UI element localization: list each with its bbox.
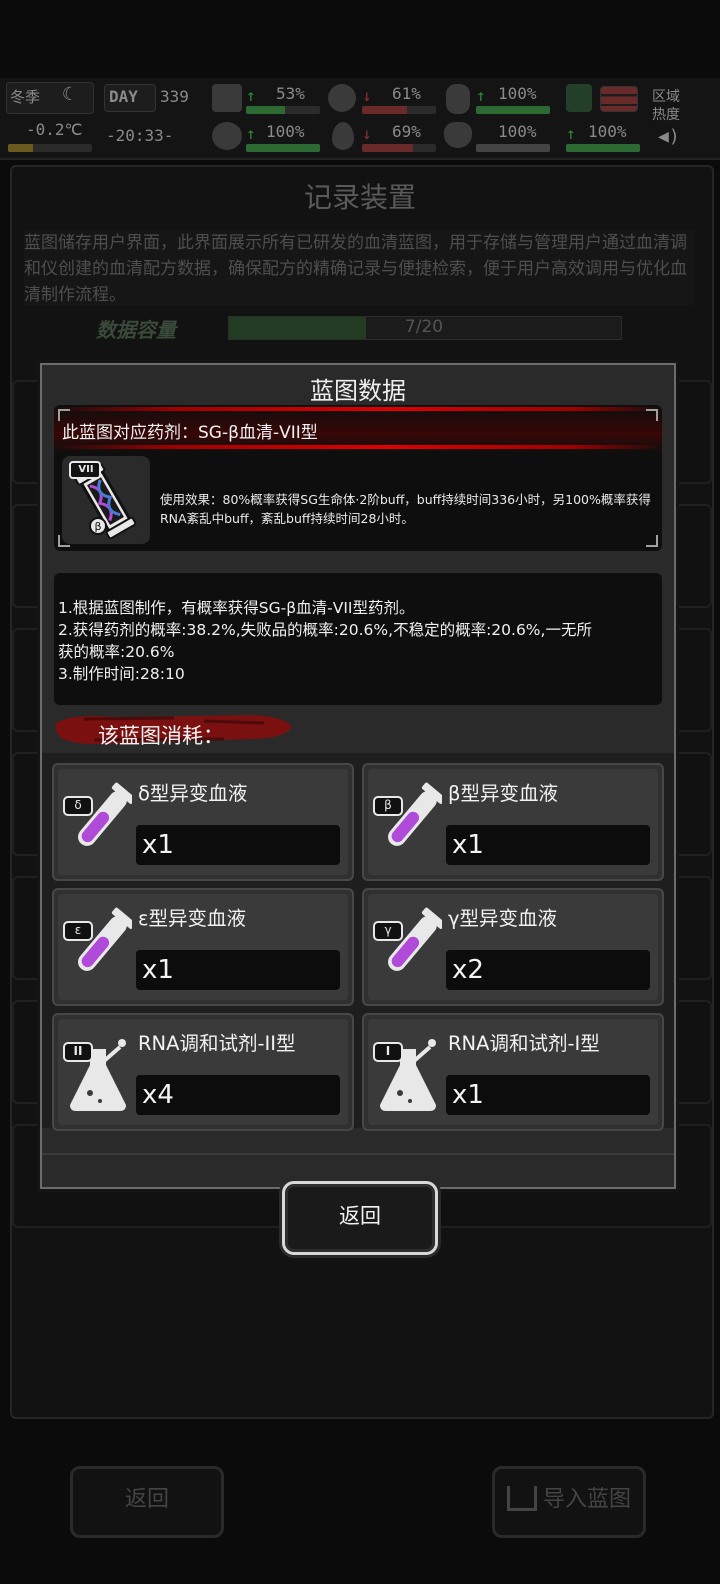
material-badge: β [384,798,392,812]
material-badge: I [385,1044,391,1058]
desc-line: 1.根据蓝图制作，有概率获得SG-β血清-VII型药剂。 [58,599,415,617]
mood-bar [476,144,550,152]
virus-gauge [600,86,638,112]
material-name: δ型异变血液 [138,782,248,805]
material-badge: II [73,1044,83,1058]
blueprint-data-dialog: 蓝图数据 此蓝图对应药剂：SG-β血清-VII型 β VII 使用效果：80%概… [40,363,676,1255]
material-quantity: x1 [136,825,340,865]
mental-value: 100% [266,122,305,141]
thirst-bar [362,144,436,152]
footer-divider [42,1153,674,1155]
season-label: 冬季 [10,88,41,106]
health-value: 53% [276,84,305,103]
material-name: ε型异变血液 [138,907,247,930]
material-quantity: x1 [136,950,340,990]
desc-line: 3.制作时间:28:10 [58,665,185,683]
upload-icon [506,1486,537,1511]
serum-badge: VII [78,464,94,475]
serum-item-slot: β VII [62,456,150,544]
temperature-bar [8,144,92,152]
mental-bar [246,144,320,152]
material-name: γ型异变血液 [448,907,558,930]
water-drop-icon [332,122,354,150]
virus-value: 100% [588,122,627,141]
capacity-value: 7/20 [404,317,444,337]
flask-icon [373,1039,436,1111]
test-tube-icon [373,907,442,971]
material-cell[interactable]: δ δ型异变血液 x1 [52,763,354,881]
svg-text:β: β [94,520,101,533]
hunger-trend-icon: ↓ [362,86,372,105]
region-heat-label: 区域热度 [652,89,680,123]
blueprint-description: 1.根据蓝图制作，有概率获得SG-β血清-VII型药剂。 2.获得药剂的概率:3… [54,573,662,705]
heart-icon [444,122,472,148]
material-badge: γ [384,923,392,937]
hunger-bar [362,106,436,114]
material-cell[interactable]: β β型异变血液 x1 [362,763,664,881]
import-blueprint-label: 导入蓝图 [542,1487,631,1512]
moon-icon: ☾ [62,84,73,105]
day-number: 339 [160,87,189,106]
capacity-label: 数据容量 [96,318,176,342]
material-badge: ε [74,923,82,937]
material-cell[interactable]: I RNA调和试剂-I型 x1 [362,1013,664,1131]
material-quantity: x2 [446,950,650,990]
biohazard-icon [566,84,592,112]
material-quantity: x1 [446,1075,650,1115]
red-divider-bottom [54,445,662,449]
mental-trend-icon: ↑ [246,124,256,143]
speaker-icon[interactable]: ◀) [658,126,680,147]
hunger-value: 61% [392,84,421,103]
fatigue-trend-icon: ↑ [476,86,486,105]
potion-heading: 此蓝图对应药剂：SG-β血清-VII型 [62,423,318,443]
red-divider-top [54,407,662,411]
pill-icon [446,84,470,114]
test-tube-icon [63,782,132,846]
fatigue-value: 100% [498,84,537,103]
virus-bar [566,144,640,152]
fatigue-bar [476,106,550,114]
bg-return-button[interactable]: 返回 [70,1466,224,1538]
material-badge: δ [74,798,82,812]
medkit-icon [212,84,242,112]
material-cell[interactable]: γ γ型异变血液 x2 [362,888,664,1006]
test-tube-icon [373,782,442,846]
day-label: DAY [109,87,138,106]
desc-line: 获的概率:20.6% [58,643,175,661]
clock-value: -20:33- [106,126,174,145]
health-bar [246,106,320,114]
temperature-value: -0.2℃ [26,120,83,139]
test-tube-icon [63,907,132,971]
dialog-title: 蓝图数据 [310,377,406,405]
mood-value: 100% [498,122,537,141]
flask-icon [63,1039,126,1111]
material-cell[interactable]: II RNA调和试剂-II型 x4 [52,1013,354,1131]
material-cell[interactable]: ε ε型异变血液 x1 [52,888,354,1006]
cost-label: 该蓝图消耗： [98,724,224,748]
record-device-description: 蓝图储存用户界面，此界面展示所有已研发的血清蓝图，用于存储与管理用户通过血清调和… [24,230,694,305]
effect-description: 使用效果：80%概率获得SG生命体·2阶buff，buff持续时间336小时，另… [160,492,651,526]
materials-grid: δ δ型异变血液 x1 β β型异变血液 x1 ε ε型异变血液 x1 γ γ型… [42,753,674,1131]
virus-trend-icon: ↑ [566,124,576,143]
stomach-icon [328,84,356,112]
status-hud: 冬季 ☾ -0.2℃ DAY 339 -20:33- ↑ 53% ↑ 100% … [0,78,720,160]
thirst-value: 69% [392,122,421,141]
desc-line: 2.获得药剂的概率:38.2%,失败品的概率:20.6%,不稳定的概率:20.6… [58,621,592,639]
import-blueprint-button[interactable]: 导入蓝图 [492,1466,646,1538]
thirst-trend-icon: ↓ [362,124,372,143]
material-quantity: x1 [446,825,650,865]
material-name: RNA调和试剂-II型 [138,1032,296,1055]
material-name: RNA调和试剂-I型 [448,1032,600,1055]
health-trend-icon: ↑ [246,86,256,105]
return-button[interactable]: 返回 [282,1181,438,1255]
material-quantity: x4 [136,1075,340,1115]
material-name: β型异变血液 [448,782,558,805]
potion-info-card: 此蓝图对应药剂：SG-β血清-VII型 β VII 使用效果：80%概率获得SG… [54,405,662,551]
record-device-title: 记录装置 [303,181,416,214]
brain-icon [212,122,242,150]
